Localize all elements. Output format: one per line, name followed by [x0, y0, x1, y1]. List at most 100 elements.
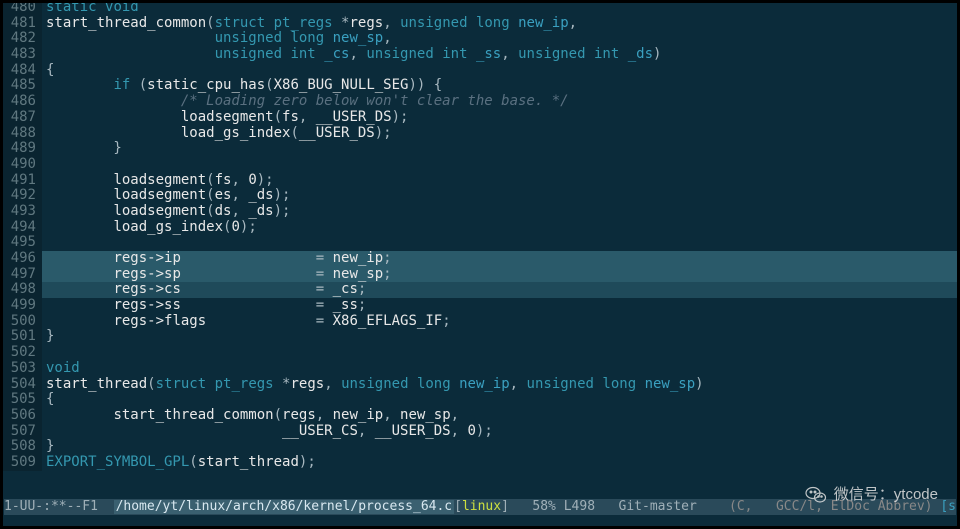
code-line[interactable]: 500 regs->flags = X86_EFLAGS_IF;: [0, 314, 960, 330]
code-line[interactable]: 506 start_thread_common(regs, new_ip, ne…: [0, 408, 960, 424]
line-number: 481: [0, 16, 42, 32]
code-content[interactable]: }: [42, 329, 960, 345]
line-number: 507: [0, 424, 42, 440]
line-number: 489: [0, 141, 42, 157]
code-content[interactable]: if (static_cpu_has(X86_BUG_NULL_SEG)) {: [42, 78, 960, 94]
code-content[interactable]: regs->cs = _cs;: [42, 282, 960, 298]
code-content[interactable]: [42, 235, 960, 251]
code-line[interactable]: 495: [0, 235, 960, 251]
line-number: 496: [0, 251, 42, 267]
code-line[interactable]: 505{: [0, 392, 960, 408]
code-line[interactable]: 508}: [0, 439, 960, 455]
code-line[interactable]: 507 __USER_CS, __USER_DS, 0);: [0, 424, 960, 440]
code-content[interactable]: }: [42, 141, 960, 157]
code-content[interactable]: loadsegment(fs, __USER_DS);: [42, 110, 960, 126]
code-line[interactable]: 498 regs->cs = _cs;: [0, 282, 960, 298]
code-line[interactable]: 490: [0, 157, 960, 173]
code-line[interactable]: 492 loadsegment(es, _ds);: [0, 188, 960, 204]
code-content[interactable]: regs->sp = new_sp;: [42, 267, 960, 283]
code-line[interactable]: 488 load_gs_index(__USER_DS);: [0, 126, 960, 142]
line-number: 482: [0, 31, 42, 47]
status-project-tag: linux: [462, 500, 501, 515]
line-number: 484: [0, 63, 42, 79]
code-line[interactable]: 502: [0, 345, 960, 361]
status-line-number: L498: [564, 500, 595, 515]
code-content[interactable]: }: [42, 439, 960, 455]
code-content[interactable]: static void: [42, 0, 960, 16]
line-number: 487: [0, 110, 42, 126]
line-number: 495: [0, 235, 42, 251]
code-content[interactable]: [42, 157, 960, 173]
line-number: 497: [0, 267, 42, 283]
line-number: 508: [0, 439, 42, 455]
code-content[interactable]: __USER_CS, __USER_DS, 0);: [42, 424, 960, 440]
code-content[interactable]: start_thread_common(regs, new_ip, new_sp…: [42, 408, 960, 424]
line-number: 494: [0, 220, 42, 236]
code-line[interactable]: 493 loadsegment(ds, _ds);: [0, 204, 960, 220]
code-line[interactable]: 504start_thread(struct pt_regs *regs, un…: [0, 377, 960, 393]
code-content[interactable]: EXPORT_SYMBOL_GPL(start_thread);: [42, 455, 960, 471]
code-line[interactable]: 491 loadsegment(fs, 0);: [0, 173, 960, 189]
wechat-icon: [804, 483, 828, 507]
code-content[interactable]: unsigned int _cs, unsigned int _ss, unsi…: [42, 47, 960, 63]
code-content[interactable]: [42, 345, 960, 361]
code-line[interactable]: 485 if (static_cpu_has(X86_BUG_NULL_SEG)…: [0, 78, 960, 94]
status-trailing: [s: [940, 500, 956, 515]
code-editor[interactable]: 480static void481start_thread_common(str…: [0, 0, 960, 471]
line-number: 498: [0, 282, 42, 298]
code-content[interactable]: regs->flags = X86_EFLAGS_IF;: [42, 314, 960, 330]
code-content[interactable]: loadsegment(es, _ds);: [42, 188, 960, 204]
code-content[interactable]: loadsegment(fs, 0);: [42, 173, 960, 189]
line-number: 502: [0, 345, 42, 361]
code-content[interactable]: void: [42, 361, 960, 377]
code-content[interactable]: load_gs_index(0);: [42, 220, 960, 236]
code-line[interactable]: 499 regs->ss = _ss;: [0, 298, 960, 314]
watermark: 微信号：ytcode: [804, 483, 938, 507]
line-number: 501: [0, 329, 42, 345]
code-content[interactable]: start_thread_common(struct pt_regs *regs…: [42, 16, 960, 32]
line-number: 480: [0, 0, 42, 16]
line-number: 490: [0, 157, 42, 173]
line-number: 492: [0, 188, 42, 204]
line-number: 486: [0, 94, 42, 110]
code-line[interactable]: 482 unsigned long new_sp,: [0, 31, 960, 47]
code-content[interactable]: unsigned long new_sp,: [42, 31, 960, 47]
code-content[interactable]: /* Loading zero below won't clear the ba…: [42, 94, 960, 110]
line-number: 488: [0, 126, 42, 142]
line-number: 509: [0, 455, 42, 471]
status-git-branch: Git-master: [595, 500, 697, 515]
line-number: 506: [0, 408, 42, 424]
code-line[interactable]: 483 unsigned int _cs, unsigned int _ss, …: [0, 47, 960, 63]
status-bracket-left: [: [454, 500, 462, 515]
code-line[interactable]: 494 load_gs_index(0);: [0, 220, 960, 236]
status-percent: 58%: [509, 500, 564, 515]
status-file-path: /home/yt/linux/arch/x86/kernel/process_6…: [114, 500, 455, 515]
status-mode: 1-UU-:**--F1: [4, 500, 114, 515]
code-line[interactable]: 509EXPORT_SYMBOL_GPL(start_thread);: [0, 455, 960, 471]
code-line[interactable]: 486 /* Loading zero below won't clear th…: [0, 94, 960, 110]
code-line[interactable]: 503void: [0, 361, 960, 377]
watermark-text: 微信号：ytcode: [834, 487, 938, 504]
code-content[interactable]: regs->ip = new_ip;: [42, 251, 960, 267]
code-content[interactable]: loadsegment(ds, _ds);: [42, 204, 960, 220]
code-line[interactable]: 484{: [0, 63, 960, 79]
code-content[interactable]: {: [42, 392, 960, 408]
line-number: 500: [0, 314, 42, 330]
status-bracket-right: ]: [501, 500, 509, 515]
code-line[interactable]: 487 loadsegment(fs, __USER_DS);: [0, 110, 960, 126]
code-line[interactable]: 480static void: [0, 0, 960, 16]
code-content[interactable]: start_thread(struct pt_regs *regs, unsig…: [42, 377, 960, 393]
line-number: 504: [0, 377, 42, 393]
code-line[interactable]: 497 regs->sp = new_sp;: [0, 267, 960, 283]
code-content[interactable]: load_gs_index(__USER_DS);: [42, 126, 960, 142]
code-line[interactable]: 489 }: [0, 141, 960, 157]
code-content[interactable]: regs->ss = _ss;: [42, 298, 960, 314]
code-line[interactable]: 501}: [0, 329, 960, 345]
line-number: 491: [0, 173, 42, 189]
line-number: 503: [0, 361, 42, 377]
code-line[interactable]: 481start_thread_common(struct pt_regs *r…: [0, 16, 960, 32]
line-number: 485: [0, 78, 42, 94]
code-content[interactable]: {: [42, 63, 960, 79]
code-line[interactable]: 496 regs->ip = new_ip;: [0, 251, 960, 267]
line-number: 483: [0, 47, 42, 63]
